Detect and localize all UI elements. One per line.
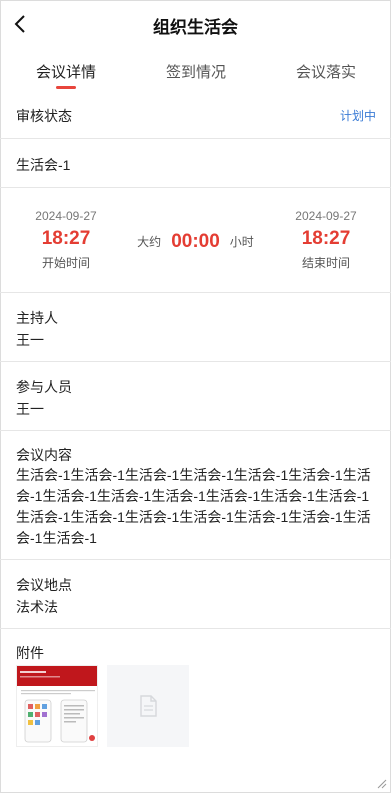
attachment-image-thumbnail[interactable] xyxy=(16,665,98,747)
start-time-label: 开始时间 xyxy=(41,256,90,270)
file-icon xyxy=(140,695,157,717)
end-time-block: 2024-09-27 18:27 结束时间 xyxy=(276,209,376,271)
schedule-row: 2024-09-27 18:27 开始时间 大约 00:00 小时 2024-09-… xyxy=(0,188,391,293)
end-time: 18:27 xyxy=(301,228,351,249)
end-time-label: 结束时间 xyxy=(301,256,350,270)
screenshot-preview-icon xyxy=(17,666,97,746)
meeting-name: 生活会-1 xyxy=(16,157,71,173)
review-status-label: 审核状态 xyxy=(16,108,72,124)
location-value: 法术法 xyxy=(16,599,58,615)
host-row: 主持人 王一 xyxy=(0,293,391,362)
attachments-label: 附件 xyxy=(16,645,44,661)
host-value: 王一 xyxy=(16,332,44,348)
location-row: 会议地点 法术法 xyxy=(0,560,391,629)
participants-row: 参与人员 王一 xyxy=(0,362,391,431)
attachment-file-thumbnail[interactable] xyxy=(107,665,189,747)
duration-unit: 小时 xyxy=(229,235,254,249)
tab-bar: 会议详情 签到情况 会议落实 xyxy=(0,56,391,90)
active-tab-indicator xyxy=(56,86,76,89)
tab-sign-in[interactable]: 签到情况 xyxy=(141,61,251,82)
participants-label: 参与人员 xyxy=(16,379,72,395)
duration-value: 00:00 xyxy=(171,231,220,252)
resize-handle-icon[interactable] xyxy=(377,779,387,789)
end-date: 2024-09-27 xyxy=(295,209,357,223)
approx-label: 大约 xyxy=(137,235,162,249)
tab-meeting-details[interactable]: 会议详情 xyxy=(11,61,121,82)
header: 组织生活会 xyxy=(0,0,391,50)
review-status-row: 审核状态 计划中 xyxy=(0,90,391,139)
content-label: 会议内容 xyxy=(16,447,72,463)
tab-implementation[interactable]: 会议落实 xyxy=(271,61,381,82)
content-row: 会议内容 生活会-1生活会-1生活会-1生活会-1生活会-1生活会-1生活会-1… xyxy=(0,431,391,560)
content-text: 生活会-1生活会-1生活会-1生活会-1生活会-1生活会-1生活会-1生活会-1… xyxy=(16,467,371,546)
participants-value: 王一 xyxy=(16,401,44,417)
start-date: 2024-09-27 xyxy=(35,209,97,223)
status-badge: 计划中 xyxy=(339,109,376,123)
location-label: 会议地点 xyxy=(16,577,72,593)
host-label: 主持人 xyxy=(16,310,58,326)
meeting-name-row: 生活会-1 xyxy=(0,139,391,188)
page-title: 组织生活会 xyxy=(153,18,238,37)
